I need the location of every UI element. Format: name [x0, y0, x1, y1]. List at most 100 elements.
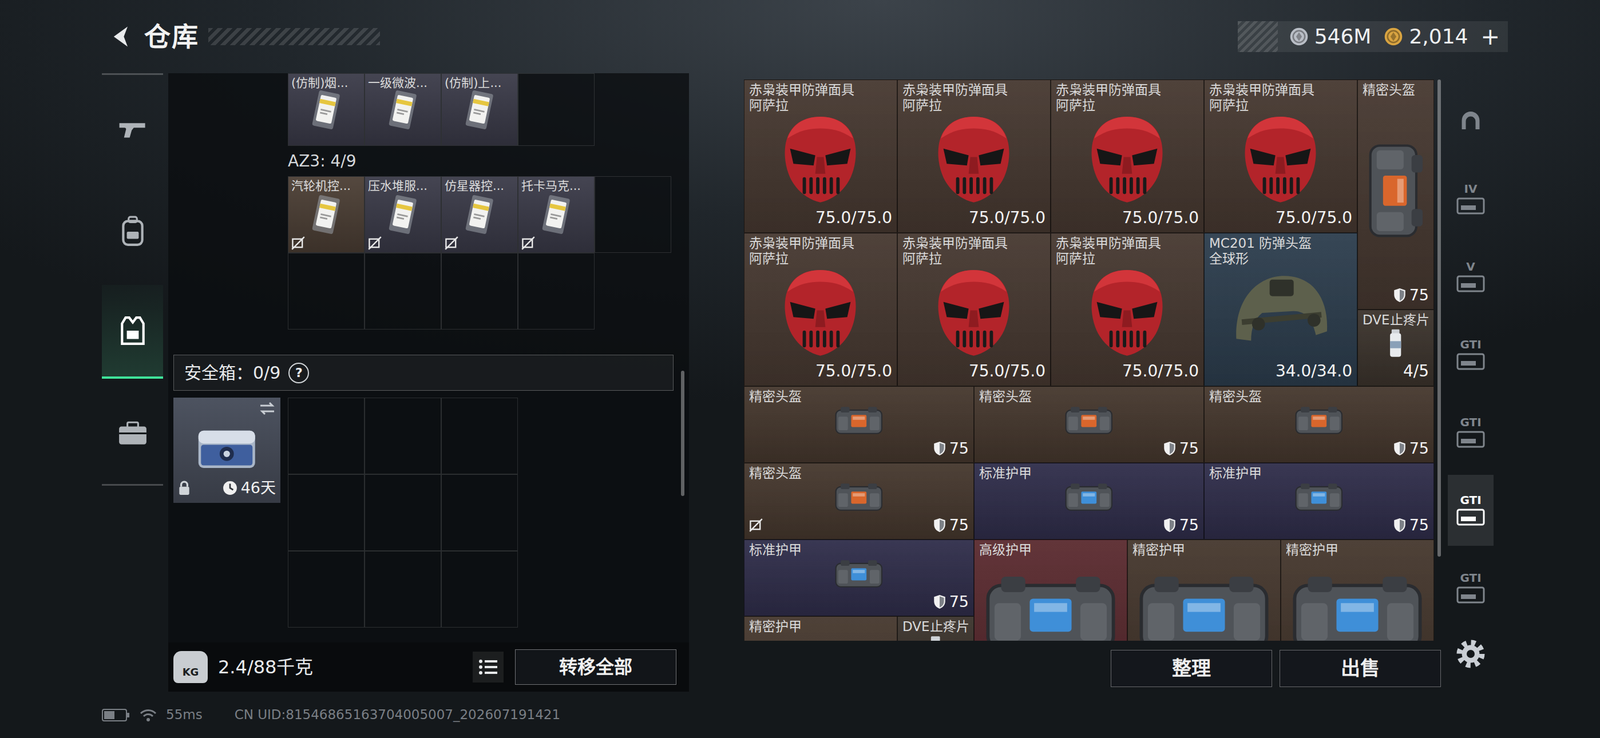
transfer-all-button[interactable]: 转移全部 [515, 649, 677, 685]
item-tile[interactable]: 精密头盔75 [1357, 79, 1435, 310]
main-area: (仿制)烟...一级微波...(仿制)上...AZ3: 4/9汽轮机控...压水… [0, 73, 1600, 692]
item-art [1285, 557, 1429, 641]
item-footer: 75.0/75.0 [1055, 206, 1199, 231]
item-tile[interactable]: 赤枭装甲防弹面具阿萨拉75.0/75.0 [897, 79, 1051, 233]
storage-slot[interactable]: 仿星器控... [441, 176, 518, 253]
storage-item[interactable]: 汽轮机控... [288, 176, 364, 253]
storage-item[interactable]: (仿制)烟... [288, 73, 364, 146]
left-rail-tab[interactable] [101, 386, 164, 481]
item-tile[interactable]: 精密头盔75 [743, 462, 974, 540]
category-tab[interactable]: GTI [1447, 397, 1494, 469]
item-tile[interactable]: 标准护甲75 [743, 539, 974, 617]
currency-amount: 2,014 [1408, 21, 1468, 53]
item-tile[interactable]: 标准护甲75 [973, 462, 1205, 540]
left-rail-tab[interactable] [101, 284, 164, 379]
sell-button[interactable]: 出售 [1279, 650, 1441, 688]
item-footer: 75.0/75.0 [749, 206, 893, 231]
currency-amount: 546M [1314, 21, 1372, 53]
item-tile[interactable]: 赤枭装甲防弹面具阿萨拉75.0/75.0 [1050, 232, 1205, 387]
no-trade-icon [444, 236, 459, 251]
safe-box-slot[interactable] [441, 551, 518, 628]
safe-box-case[interactable]: 46天 [173, 397, 281, 504]
item-tile[interactable]: 赤枭装甲防弹面具阿萨拉75.0/75.0 [743, 232, 898, 387]
storage-slot[interactable]: 一级微波... [364, 73, 442, 146]
storage-slot[interactable] [441, 252, 518, 330]
scroll-thumb[interactable] [1437, 79, 1441, 557]
category-tab[interactable]: GTI [1447, 552, 1494, 624]
item-name: 精密护甲 [1285, 542, 1429, 558]
item-art [749, 481, 969, 514]
item-tile[interactable]: 精密头盔75 [973, 386, 1205, 463]
gear-icon[interactable] [1447, 638, 1494, 671]
rig-icon [832, 481, 886, 514]
safe-box-slot[interactable] [441, 397, 518, 475]
category-tab[interactable]: GTI [1447, 319, 1494, 391]
armor-icon [979, 557, 1123, 641]
storage-item[interactable]: 一级微波... [365, 73, 441, 146]
storage-item[interactable]: 托卡马克... [518, 176, 594, 253]
help-button[interactable]: ? [288, 362, 310, 384]
storage-scrollbar[interactable] [680, 73, 685, 643]
armor-value: 75 [1179, 437, 1199, 461]
storage-slot[interactable] [287, 252, 365, 330]
category-tab[interactable]: GTI [1447, 474, 1494, 546]
item-tile[interactable]: 标准护甲75 [1204, 462, 1435, 540]
add-currency-button[interactable]: + [1480, 25, 1500, 49]
item-tile[interactable]: 赤枭装甲防弹面具阿萨拉75.0/75.0 [743, 79, 898, 233]
no-trade-icon [367, 236, 382, 251]
item-tile[interactable]: MC201 防弹头盔全球形34.0/34.0 [1204, 232, 1358, 387]
category-tab[interactable]: IV [1447, 163, 1494, 235]
category-tab[interactable] [1447, 85, 1494, 157]
item-art [521, 192, 592, 237]
swap-icon[interactable] [258, 401, 276, 419]
case-top [177, 401, 276, 419]
storage-slot[interactable] [517, 73, 595, 146]
safe-box-slot[interactable] [441, 474, 518, 552]
list-icon[interactable] [472, 651, 504, 683]
storage-slot[interactable]: (仿制)烟... [287, 73, 365, 146]
safe-box-slot[interactable] [364, 551, 442, 628]
storage-slot[interactable]: 汽轮机控... [287, 176, 365, 253]
item-name: (仿制)上... [444, 76, 515, 90]
ping-reading: 55ms [165, 705, 203, 726]
item-tile[interactable]: 赤枭装甲防弹面具阿萨拉75.0/75.0 [1050, 79, 1205, 233]
sort-button[interactable]: 整理 [1110, 650, 1273, 688]
storage-slot[interactable] [594, 176, 672, 253]
item-tile[interactable]: DVE止疼片4/5 [1357, 309, 1435, 387]
armor-class: 75 [933, 513, 969, 538]
safe-box-slot[interactable] [287, 397, 365, 475]
safe-box-slot[interactable] [287, 551, 365, 628]
storage-item[interactable]: 压水堆服... [365, 176, 441, 253]
left-rail-tab[interactable] [101, 82, 164, 177]
storage-slot[interactable] [517, 252, 595, 330]
item-tile[interactable]: 赤枭装甲防弹面具阿萨拉75.0/75.0 [1204, 79, 1358, 233]
armor-value: 75 [1409, 437, 1429, 461]
left-rail [101, 73, 164, 486]
category-tab[interactable]: V [1447, 241, 1494, 313]
item-label: 赤枭装甲防弹面具阿萨拉 [1209, 82, 1353, 114]
item-tile[interactable]: 精密护甲 [1127, 539, 1281, 641]
left-rail-tab[interactable] [101, 183, 164, 278]
safe-box-slot[interactable] [364, 474, 442, 552]
safe-box-slot[interactable] [364, 397, 442, 475]
inventory-scrollbar[interactable] [1437, 79, 1441, 641]
storage-item[interactable]: (仿制)上... [441, 73, 518, 146]
safe-box-slot[interactable] [287, 474, 365, 552]
storage-item[interactable]: 仿星器控... [441, 176, 518, 253]
rig-icon [1062, 404, 1116, 437]
storage-slot[interactable]: (仿制)上... [441, 73, 518, 146]
item-tile[interactable]: 精密护甲 [1280, 539, 1435, 641]
item-tile[interactable]: 高级护甲 [973, 539, 1128, 641]
item-name: 精密头盔 [749, 389, 969, 405]
item-tile[interactable]: 精密护甲 [743, 616, 898, 641]
item-tile[interactable]: 赤枭装甲防弹面具阿萨拉75.0/75.0 [897, 232, 1051, 387]
back-arrow-icon[interactable] [108, 24, 134, 50]
item-tile[interactable]: DVE止疼片 [897, 616, 974, 641]
storage-slot[interactable] [364, 252, 442, 330]
item-tile[interactable]: 精密头盔75 [1204, 386, 1435, 463]
shield-icon [1163, 517, 1176, 533]
storage-slot[interactable]: 压水堆服... [364, 176, 442, 253]
item-tile[interactable]: 精密头盔75 [743, 386, 974, 463]
scroll-thumb[interactable] [680, 370, 685, 497]
storage-slot[interactable]: 托卡马克... [517, 176, 595, 253]
